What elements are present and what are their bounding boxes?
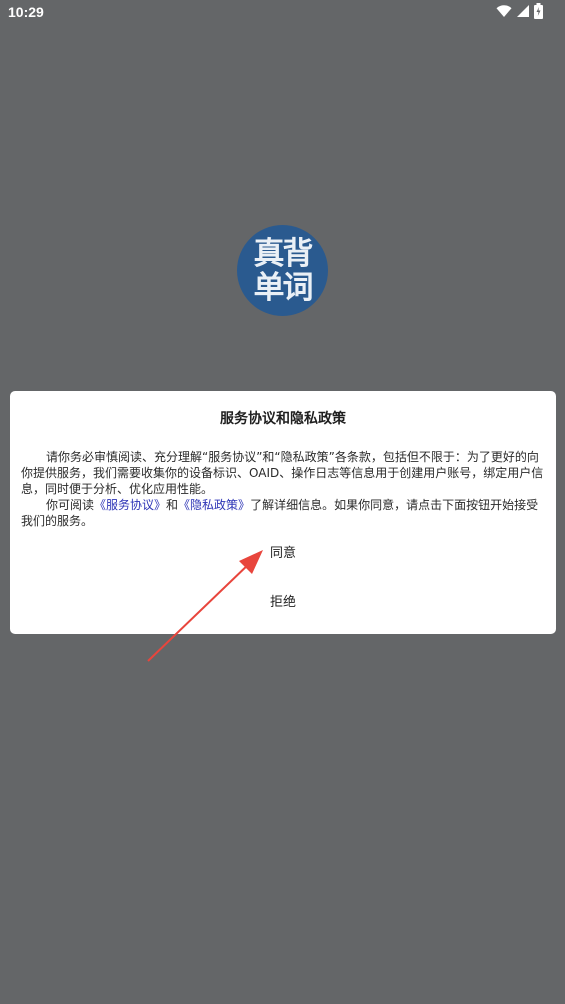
status-icons [496, 3, 543, 19]
battery-icon [534, 3, 543, 19]
and-text: 和 [166, 498, 179, 512]
logo-line-1: 真背 [253, 235, 314, 272]
logo-line-2: 单词 [253, 269, 314, 306]
app-logo: 真背 单词 [237, 225, 328, 316]
signal-icon [516, 4, 530, 18]
agree-button[interactable]: 同意 [10, 539, 556, 569]
privacy-dialog: 服务协议和隐私政策 请你务必审慎阅读、充分理解“服务协议”和“隐私政策”各条款，… [10, 391, 556, 634]
reject-button[interactable]: 拒绝 [10, 588, 556, 618]
dialog-body: 请你务必审慎阅读、充分理解“服务协议”和“隐私政策”各条款，包括但不限于：为了更… [21, 449, 546, 529]
wifi-icon [496, 4, 512, 18]
status-bar: 10:29 [0, 0, 565, 24]
dialog-title: 服务协议和隐私政策 [220, 411, 346, 427]
dialog-paragraph-1: 请你务必审慎阅读、充分理解“服务协议”和“隐私政策”各条款，包括但不限于：为了更… [21, 450, 544, 496]
privacy-policy-link[interactable]: 《隐私政策》 [178, 498, 250, 512]
service-agreement-link[interactable]: 《服务协议》 [94, 498, 166, 512]
status-time: 10:29 [8, 4, 44, 20]
paragraph-2-prefix: 你可阅读 [46, 498, 95, 512]
dialog-paragraph-2: 你可阅读《服务协议》和《隐私政策》了解详细信息。如果你同意，请点击下面按钮开始接… [21, 497, 546, 529]
